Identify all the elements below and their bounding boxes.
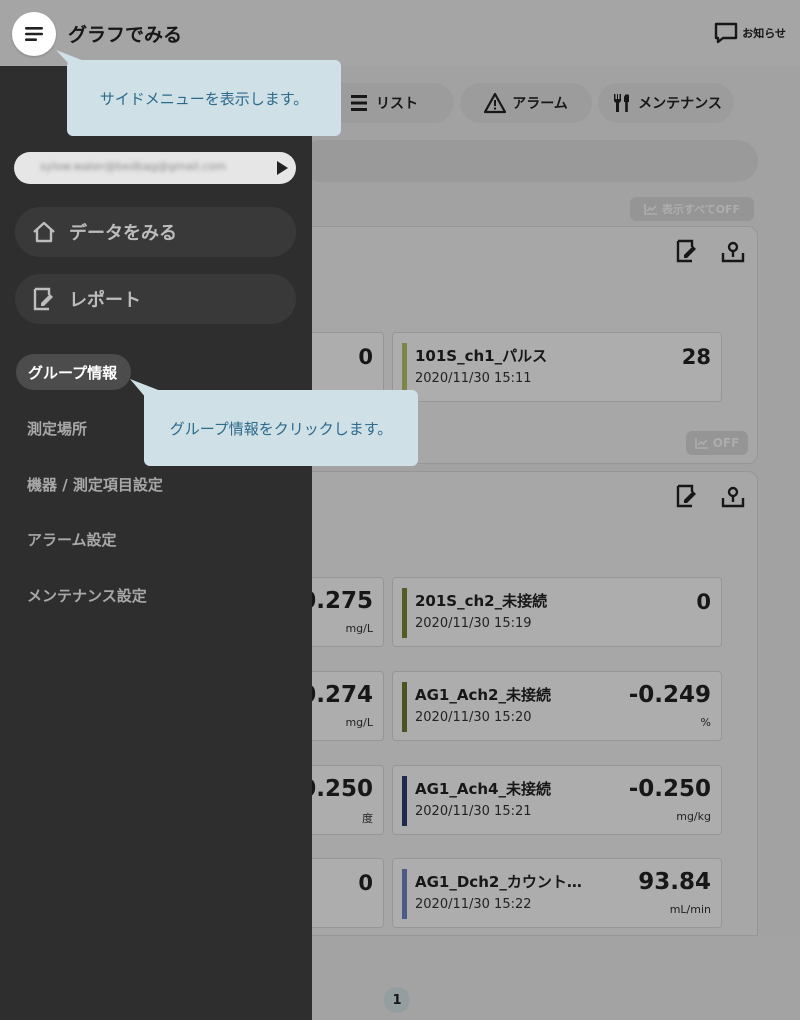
nav-report[interactable]: レポート <box>15 274 296 324</box>
home-icon <box>33 221 55 243</box>
menu-icon <box>25 27 43 41</box>
side-menu: sylow.water@bedbag@gmail.com データをみる レポート… <box>0 66 312 1020</box>
account-email-button[interactable]: sylow.water@bedbag@gmail.com <box>14 152 296 184</box>
menu-item-group-info[interactable]: グループ情報 <box>16 354 132 390</box>
menu-item-device-settings[interactable]: 機器 / 測定項目設定 <box>27 474 163 495</box>
menu-item-alarm-settings[interactable]: アラーム設定 <box>27 529 117 550</box>
menu-item-maintenance-settings[interactable]: メンテナンス設定 <box>27 585 147 606</box>
account-email: sylow.water@bedbag@gmail.com <box>40 160 226 173</box>
tooltip-menu: サイドメニューを表示します。 <box>67 60 341 136</box>
menu-button[interactable] <box>12 12 56 56</box>
nav-report-label: レポート <box>69 290 141 311</box>
tooltip-group-info: グループ情報をクリックします。 <box>144 390 418 466</box>
report-icon <box>33 287 53 311</box>
menu-item-measurement-location[interactable]: 測定場所 <box>27 418 87 439</box>
play-arrow-icon <box>277 161 288 175</box>
nav-view-data-label: データをみる <box>69 223 177 244</box>
nav-view-data[interactable]: データをみる <box>15 207 296 257</box>
